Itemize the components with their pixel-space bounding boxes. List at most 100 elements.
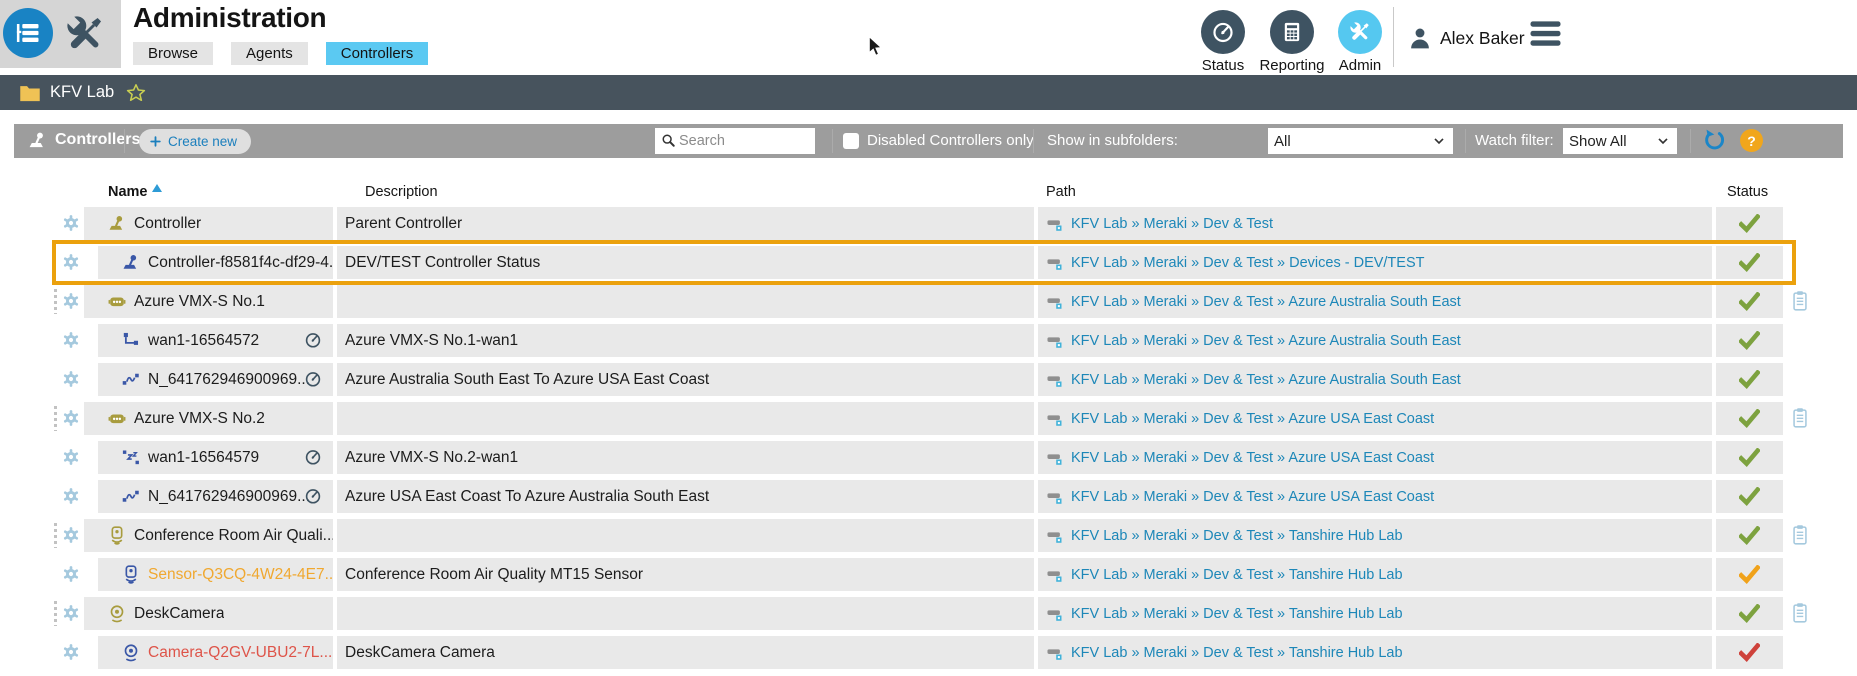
row-path-link[interactable]: KFV Lab » Meraki » Dev & Test » Tanshire… — [1071, 645, 1403, 661]
disabled-only-checkbox[interactable] — [843, 133, 859, 149]
status-cell — [1716, 246, 1783, 279]
gear-icon[interactable] — [62, 604, 80, 622]
watch-filter-select[interactable]: Show All — [1563, 128, 1677, 154]
camera-icon — [108, 604, 126, 623]
table-row[interactable]: Camera-Q2GV-UBU2-7L... DeskCamera Camera… — [0, 636, 1857, 669]
user-menu[interactable]: Alex Baker — [1408, 26, 1525, 50]
folder-icon — [19, 84, 41, 102]
tab-controllers[interactable]: Controllers — [325, 42, 429, 65]
row-path-link[interactable]: KFV Lab » Meraki » Dev & Test — [1071, 216, 1273, 232]
clipboard-icon[interactable] — [1791, 290, 1809, 312]
status-check-icon — [1739, 331, 1760, 350]
row-name: Controller-f8581f4c-df29-4... — [148, 253, 333, 271]
table-row[interactable]: N_641762946900969... Azure Australia Sou… — [0, 363, 1857, 396]
table-row[interactable]: DeskCamera KFV Lab » Meraki » Dev & Test… — [0, 597, 1857, 630]
status-cell — [1716, 402, 1783, 435]
subfolders-select[interactable]: All — [1268, 128, 1453, 154]
refresh-icon[interactable] — [1703, 129, 1727, 153]
clipboard-icon[interactable] — [1791, 602, 1809, 624]
name-cell[interactable]: wan1-16564579 — [98, 441, 333, 474]
status-check-icon — [1739, 409, 1760, 428]
name-cell[interactable]: Azure VMX-S No.2 — [84, 402, 333, 435]
gauge-icon — [304, 331, 322, 349]
gear-icon[interactable] — [62, 409, 80, 427]
row-path-link[interactable]: KFV Lab » Meraki » Dev & Test » Azure Au… — [1071, 333, 1461, 349]
search-input[interactable] — [679, 128, 813, 154]
drag-handle-icon[interactable] — [54, 601, 57, 626]
col-header-status[interactable]: Status — [1727, 184, 1768, 200]
path-icon — [1047, 333, 1063, 349]
sensor-icon — [108, 526, 126, 545]
table-row[interactable]: wan1-16564579 Azure VMX-S No.2-wan1 KFV … — [0, 441, 1857, 474]
path-cell: KFV Lab » Meraki » Dev & Test » Azure US… — [1038, 441, 1712, 474]
gear-icon[interactable] — [62, 331, 80, 349]
clipboard-icon[interactable] — [1791, 407, 1809, 429]
gear-icon[interactable] — [62, 253, 80, 271]
row-path-link[interactable]: KFV Lab » Meraki » Dev & Test » Azure Au… — [1071, 294, 1461, 310]
toolbar: Controllers Create new Disabled Controll… — [14, 124, 1843, 158]
name-cell[interactable]: N_641762946900969... — [98, 363, 333, 396]
gear-icon[interactable] — [62, 370, 80, 388]
gear-icon[interactable] — [62, 526, 80, 544]
row-path-link[interactable]: KFV Lab » Meraki » Dev & Test » Tanshire… — [1071, 606, 1403, 622]
wave-icon — [122, 487, 140, 506]
name-cell[interactable]: Azure VMX-S No.1 — [84, 285, 333, 318]
create-new-button[interactable]: Create new — [139, 129, 252, 154]
help-button[interactable]: ? — [1740, 129, 1763, 152]
drag-handle-icon[interactable] — [54, 406, 57, 431]
col-header-path[interactable]: Path — [1046, 184, 1076, 200]
gear-icon[interactable] — [62, 643, 80, 661]
name-cell[interactable]: Controller-f8581f4c-df29-4... — [98, 246, 333, 279]
name-cell[interactable]: Camera-Q2GV-UBU2-7L... — [98, 636, 333, 669]
logo-tree-icon[interactable] — [3, 8, 53, 58]
name-cell[interactable]: Sensor-Q3CQ-4W24-4E7... — [98, 558, 333, 591]
tab-agents[interactable]: Agents — [231, 42, 308, 65]
breadcrumb-label[interactable]: KFV Lab — [50, 83, 114, 102]
gear-icon[interactable] — [62, 448, 80, 466]
table-row[interactable]: Conference Room Air Quali... KFV Lab » M… — [0, 519, 1857, 552]
app-logo-block — [0, 0, 121, 68]
row-path-link[interactable]: KFV Lab » Meraki » Dev & Test » Azure US… — [1071, 450, 1434, 466]
table-row[interactable]: Controller-f8581f4c-df29-4... DEV/TEST C… — [0, 246, 1857, 279]
gear-icon[interactable] — [62, 214, 80, 232]
row-path-link[interactable]: KFV Lab » Meraki » Dev & Test » Tanshire… — [1071, 567, 1403, 583]
gear-icon[interactable] — [62, 292, 80, 310]
menu-icon[interactable] — [1530, 19, 1561, 49]
path-icon — [1047, 372, 1063, 388]
row-path-link[interactable]: KFV Lab » Meraki » Dev & Test » Azure Au… — [1071, 372, 1461, 388]
gear-icon[interactable] — [62, 487, 80, 505]
name-cell[interactable]: N_641762946900969... — [98, 480, 333, 513]
table-row[interactable]: Azure VMX-S No.2 KFV Lab » Meraki » Dev … — [0, 402, 1857, 435]
drag-handle-icon[interactable] — [54, 523, 57, 548]
name-cell[interactable]: wan1-16564572 — [98, 324, 333, 357]
tab-browse[interactable]: Browse — [133, 42, 214, 65]
branch-icon — [122, 331, 140, 350]
col-header-name[interactable]: Name — [108, 184, 148, 200]
row-path-link[interactable]: KFV Lab » Meraki » Dev & Test » Tanshire… — [1071, 528, 1403, 544]
row-description: Azure Australia South East To Azure USA … — [337, 363, 1034, 396]
table-row[interactable]: N_641762946900969... Azure USA East Coas… — [0, 480, 1857, 513]
row-path-link[interactable]: KFV Lab » Meraki » Dev & Test » Azure US… — [1071, 489, 1434, 505]
name-cell[interactable]: Conference Room Air Quali... — [84, 519, 333, 552]
drag-handle-icon[interactable] — [54, 289, 57, 314]
clipboard-icon[interactable] — [1791, 524, 1809, 546]
row-name: Camera-Q2GV-UBU2-7L... — [148, 643, 333, 661]
table-row[interactable]: Controller Parent Controller KFV Lab » M… — [0, 207, 1857, 240]
favorite-star-icon[interactable] — [126, 83, 146, 103]
gear-icon[interactable] — [62, 565, 80, 583]
col-header-description[interactable]: Description — [365, 184, 438, 200]
toolbar-separator — [1033, 129, 1034, 153]
name-cell[interactable]: Controller — [84, 207, 333, 240]
table-row[interactable]: wan1-16564572 Azure VMX-S No.1-wan1 KFV … — [0, 324, 1857, 357]
nav-admin[interactable]: Admin — [1317, 10, 1403, 74]
status-check-icon — [1739, 487, 1760, 506]
watch-filter-value: Show All — [1569, 132, 1627, 150]
table-row[interactable]: Sensor-Q3CQ-4W24-4E7... Conference Room … — [0, 558, 1857, 591]
reporting-calculator-icon — [1270, 10, 1314, 54]
row-path-link[interactable]: KFV Lab » Meraki » Dev & Test » Devices … — [1071, 255, 1425, 271]
name-cell[interactable]: DeskCamera — [84, 597, 333, 630]
row-name: wan1-16564579 — [148, 448, 260, 466]
table-row[interactable]: Azure VMX-S No.1 KFV Lab » Meraki » Dev … — [0, 285, 1857, 318]
tools-icon — [63, 12, 107, 56]
row-path-link[interactable]: KFV Lab » Meraki » Dev & Test » Azure US… — [1071, 411, 1434, 427]
